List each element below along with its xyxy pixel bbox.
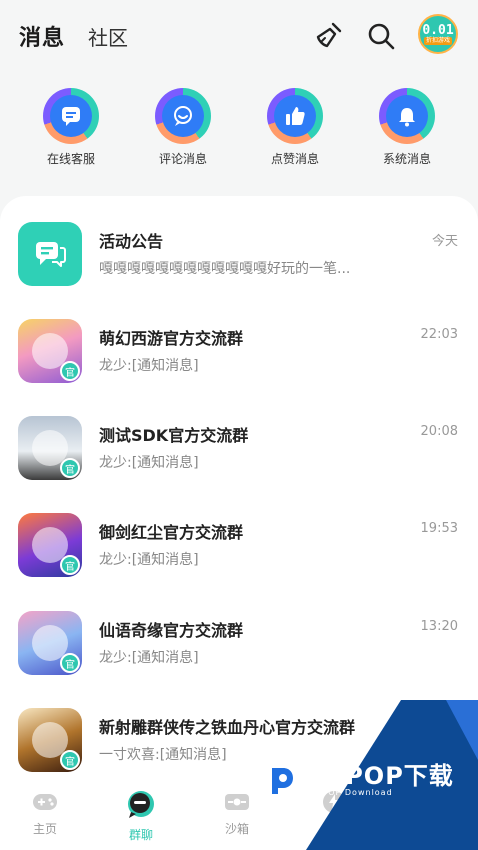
nav-group-chat[interactable]: 群聊 [106, 790, 176, 843]
quick-comment-messages[interactable]: 评论消息 [148, 88, 218, 167]
sandbox-icon [225, 794, 249, 810]
list-item-announcement[interactable]: 活动公告 今天 嘎嘎嘎嘎嘎嘎嘎嘎嘎嘎嘎嘎好玩的一笔... [0, 222, 478, 318]
official-badge: 官 [60, 458, 80, 478]
group-avatar: 官 [18, 416, 82, 480]
official-badge: 官 [60, 361, 80, 381]
message-preview: 龙少:[通知消息] [99, 358, 199, 374]
message-preview: 龙少:[通知消息] [99, 455, 199, 471]
list-item-group[interactable]: 官 仙语奇缘官方交流群 13:20 龙少:[通知消息] [0, 611, 478, 707]
thumbs-up-icon [267, 88, 323, 144]
tab-messages[interactable]: 消息 [19, 20, 65, 52]
message-preview: 嘎嘎嘎嘎嘎嘎嘎嘎嘎嘎嘎嘎好玩的一笔... [99, 261, 351, 277]
group-avatar: 官 [18, 611, 82, 675]
clear-broom-icon[interactable] [310, 18, 346, 54]
list-item-group[interactable]: 官 御剑红尘官方交流群 19:53 龙少:[通知消息] [0, 513, 478, 609]
pcpop-logo-icon [258, 758, 302, 802]
group-chat-icon [128, 791, 154, 818]
group-avatar: 官 [18, 319, 82, 383]
quick-label: 点赞消息 [270, 152, 319, 166]
group-avatar: 官 [18, 708, 82, 772]
message-preview: 龙少:[通知消息] [99, 552, 199, 568]
message-name: 仙语奇缘官方交流群 [99, 621, 244, 640]
gamepad-icon [33, 794, 57, 810]
user-avatar[interactable]: 0.01 折扣游戏 [418, 14, 458, 54]
quick-like-messages[interactable]: 点赞消息 [260, 88, 330, 167]
search-icon[interactable] [363, 18, 399, 54]
official-badge: 官 [60, 750, 80, 770]
smile-comment-icon [155, 88, 211, 144]
message-name: 活动公告 [99, 232, 164, 251]
quick-actions: 在线客服 评论消息 点赞消息 系统消息 [0, 88, 478, 172]
watermark-brand: PCPOP下载 [308, 761, 454, 790]
quick-label: 在线客服 [46, 152, 95, 166]
message-name: 测试SDK官方交流群 [99, 426, 249, 445]
avatar-subtext: 折扣游戏 [423, 36, 452, 45]
message-preview: 龙少:[通知消息] [99, 650, 199, 666]
message-time: 13:20 [420, 619, 458, 634]
message-name: 萌幻西游官方交流群 [99, 329, 244, 348]
quick-online-service[interactable]: 在线客服 [36, 88, 106, 167]
message-list: 活动公告 今天 嘎嘎嘎嘎嘎嘎嘎嘎嘎嘎嘎嘎好玩的一笔... 官 萌幻西游官方交流群… [0, 196, 478, 776]
quick-label: 评论消息 [158, 152, 207, 166]
chat-bubble-icon [43, 88, 99, 144]
message-time: 20:08 [420, 424, 458, 439]
quick-label: 系统消息 [382, 152, 431, 166]
nav-label: 主页 [32, 822, 57, 836]
nav-home[interactable]: 主页 [10, 790, 80, 837]
message-time: 19:53 [420, 521, 458, 536]
bell-icon [379, 88, 435, 144]
group-avatar: 官 [18, 513, 82, 577]
list-item-group[interactable]: 官 萌幻西游官方交流群 22:03 龙少:[通知消息] [0, 319, 478, 415]
message-name: 御剑红尘官方交流群 [99, 523, 244, 542]
nav-label: 群聊 [128, 828, 153, 842]
avatar-text: 0.01 [422, 22, 454, 38]
quick-system-messages[interactable]: 系统消息 [372, 88, 442, 167]
message-time: 22:03 [420, 327, 458, 342]
tab-community[interactable]: 社区 [88, 22, 128, 51]
announcement-icon [18, 222, 82, 286]
nav-label: 沙箱 [224, 822, 249, 836]
message-preview: 一寸欢喜:[通知消息] [99, 747, 227, 763]
official-badge: 官 [60, 555, 80, 575]
list-item-group[interactable]: 官 测试SDK官方交流群 20:08 龙少:[通知消息] [0, 416, 478, 512]
official-badge: 官 [60, 653, 80, 673]
top-bar: 消息 社区 0.01 折扣游戏 [0, 0, 478, 72]
watermark: PCPOP下载 PCPOP Download [258, 758, 454, 802]
message-time: 今天 [431, 234, 458, 249]
